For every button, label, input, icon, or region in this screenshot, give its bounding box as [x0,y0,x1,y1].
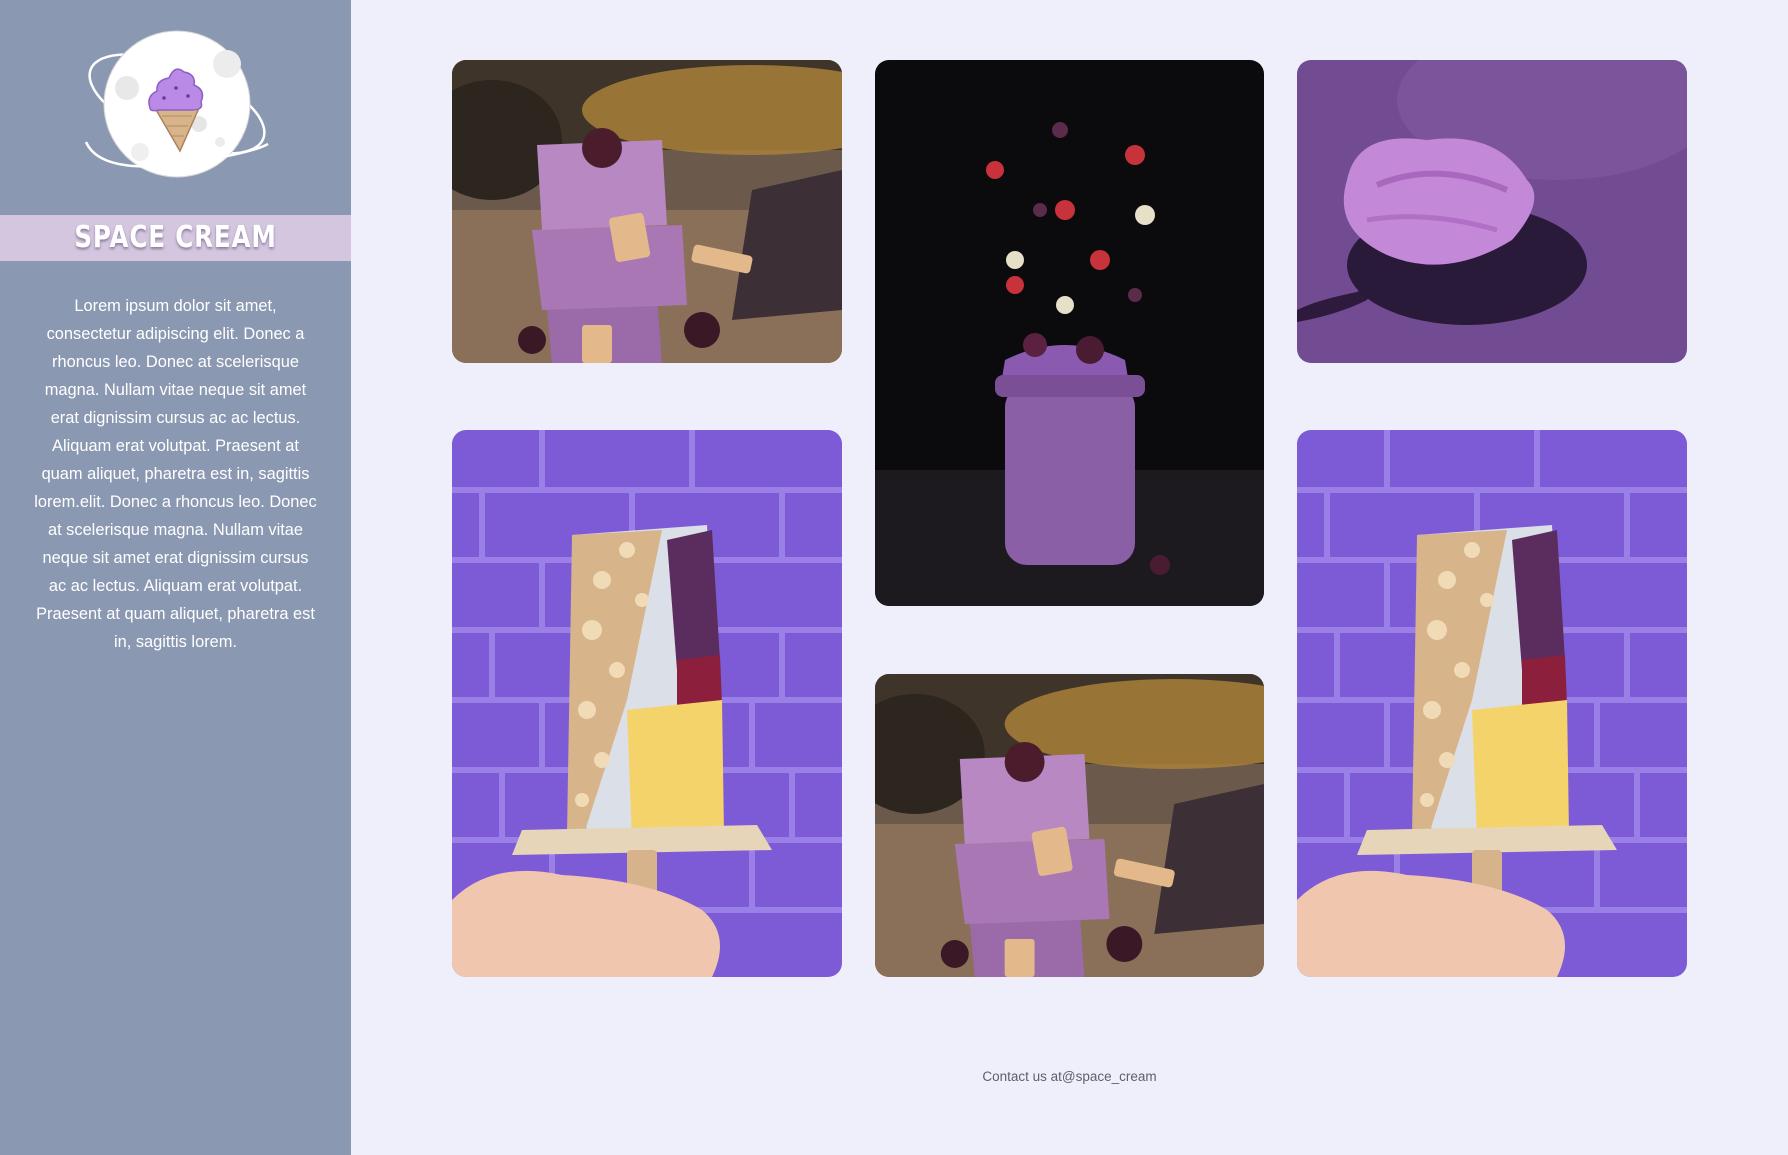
sidebar: SPACE CREAM Lorem ipsum dolor sit amet, … [0,0,351,1155]
brand-banner: SPACE CREAM [0,215,351,261]
sidebar-description: Lorem ipsum dolor sit amet, consectetur … [34,297,317,651]
planet-ice-cream-icon[interactable] [80,24,275,184]
stacked-popsicles-photo[interactable] [452,60,842,363]
smoothie-jar-photo[interactable] [875,60,1264,606]
nut-popsicle-photo[interactable] [1297,430,1687,977]
ice-cream-spoon-photo[interactable] [1297,60,1687,363]
contact-text: Contact us at@space_cream [982,1069,1157,1084]
brand-title: SPACE CREAM [74,220,277,255]
stacked-popsicles-photo[interactable] [875,674,1264,977]
nut-popsicle-photo[interactable] [452,430,842,977]
